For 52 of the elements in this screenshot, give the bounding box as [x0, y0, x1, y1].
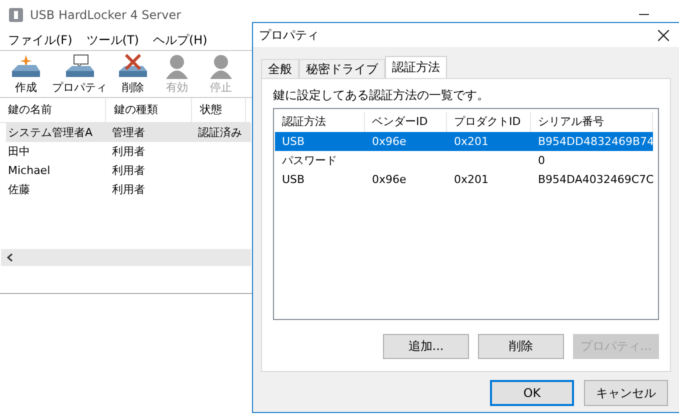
table-cell-text: Michael	[7, 164, 52, 177]
table-cell-text: 管理者	[111, 125, 146, 140]
table-cell: パスワード	[282, 154, 337, 167]
app-icon	[8, 7, 24, 23]
table-cell: USB	[282, 135, 305, 148]
dialog-button[interactable]: キャンセル	[584, 380, 668, 406]
column-header[interactable]: 鍵の名前	[0, 98, 106, 122]
table-cell-text: 佐藤	[7, 182, 31, 197]
table-cell: 0x96e	[372, 135, 406, 148]
table-cell: 0x201	[454, 135, 489, 148]
method-row[interactable]: USB 0x96e 0x201 B954DA4032469C7C	[275, 170, 653, 189]
table-cell: 0	[538, 154, 545, 167]
drive-cross-icon	[116, 54, 150, 80]
list-button[interactable]: 追加...	[383, 334, 469, 359]
menu-item[interactable]: ツール(T)	[86, 32, 139, 48]
key-row[interactable]: 佐藤 利用者	[6, 180, 251, 199]
drive-spark-icon	[9, 54, 43, 80]
toolbar-button[interactable]: 作成	[6, 54, 46, 97]
table-cell-text: 利用者	[111, 144, 146, 159]
column-header[interactable]: 状態	[192, 98, 246, 122]
tab[interactable]: 全般	[261, 59, 299, 78]
horizontal-scrollbar[interactable]	[1, 249, 251, 266]
table-cell-text: システム管理者A	[7, 125, 94, 140]
table-cell: 0x96e	[372, 173, 406, 186]
list-button[interactable]: 削除	[478, 334, 564, 359]
column-header[interactable]: 鍵の種類	[106, 98, 192, 122]
window-title: USB HardLocker 4 Server	[30, 8, 182, 22]
tab[interactable]: 認証方法	[385, 56, 447, 78]
description-text: 鍵に設定してある認証方法の一覧です。	[273, 87, 490, 104]
table-cell-text: 利用者	[111, 163, 146, 178]
table-cell: USB	[282, 173, 305, 186]
key-row[interactable]: 田中 利用者	[6, 142, 251, 161]
tab[interactable]: 秘密ドライブ	[299, 59, 385, 78]
method-row[interactable]: パスワード 0	[275, 151, 653, 170]
key-row[interactable]: Michael 利用者	[6, 161, 251, 180]
table-cell: B954DD4832469B74	[538, 135, 654, 148]
menu-item[interactable]: ファイル(F)	[8, 32, 72, 48]
table-cell: 0x201	[454, 173, 489, 186]
dialog-title: プロパティ	[259, 26, 319, 44]
toolbar-button[interactable]: 削除	[113, 54, 153, 97]
method-row[interactable]: USB 0x96e 0x201 B954DD4832469B74	[275, 132, 653, 151]
menu-item[interactable]: ヘルプ(H)	[152, 32, 208, 48]
table-cell-text: 認証済み	[197, 125, 243, 140]
table-cell-text: 田中	[7, 144, 31, 159]
table-cell: B954DA4032469C7C	[538, 173, 654, 186]
close-icon[interactable]	[658, 30, 669, 40]
toolbar-button[interactable]: プロパティ	[50, 54, 109, 97]
table-cell-text: 利用者	[111, 182, 146, 197]
dialog-button[interactable]: OK	[490, 380, 574, 406]
scroll-left-icon[interactable]	[7, 253, 13, 262]
key-row[interactable]: システム管理者A 管理者 認証済み	[6, 123, 251, 142]
minimize-icon[interactable]	[639, 14, 649, 16]
